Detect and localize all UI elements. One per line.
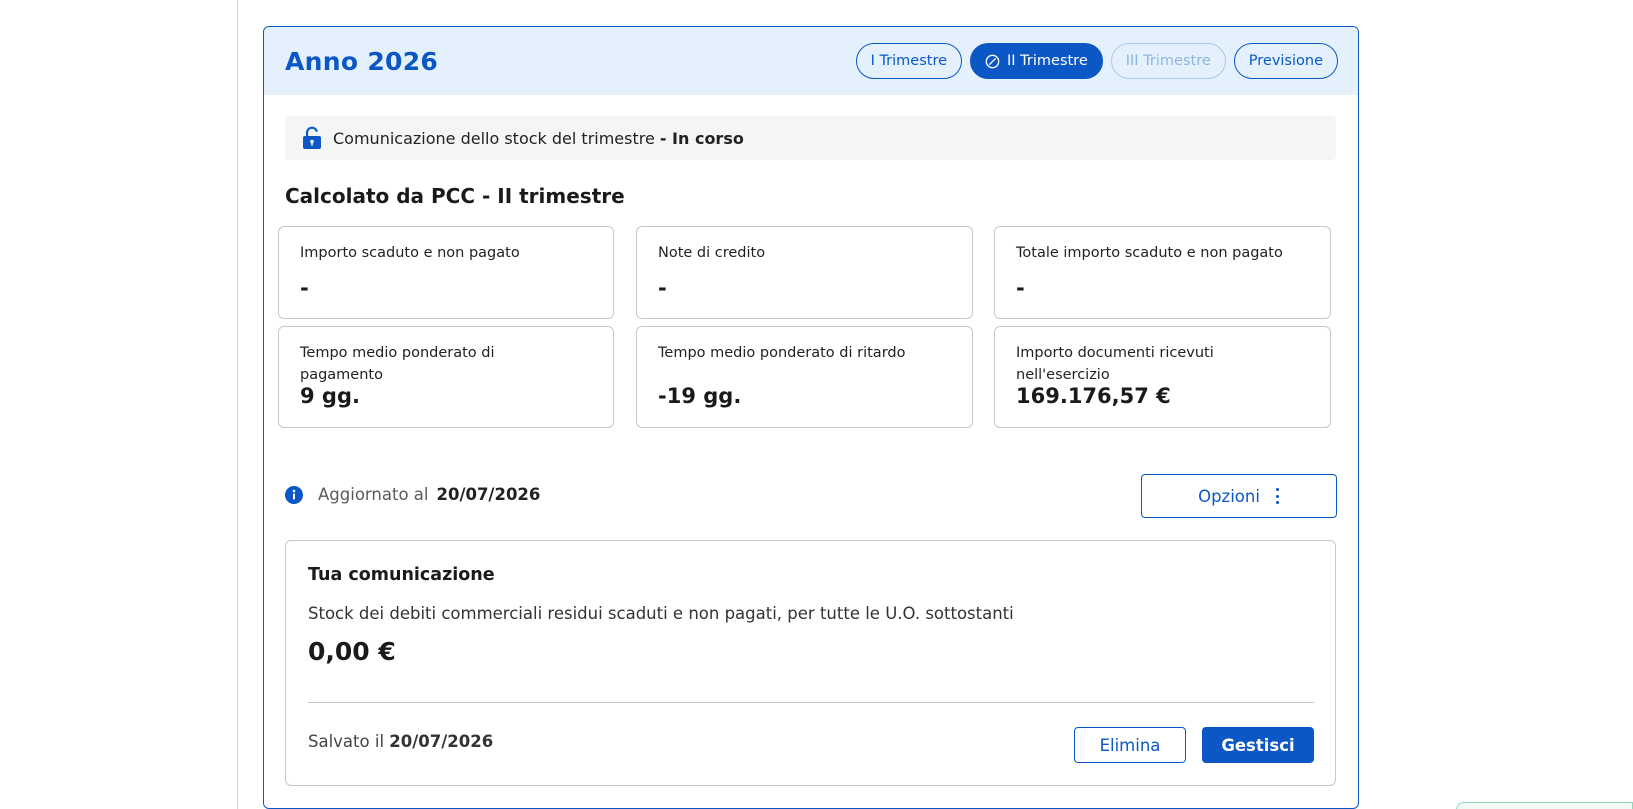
card-value: -: [300, 276, 309, 300]
updated-row: Aggiornato al 20/07/2026: [285, 485, 540, 504]
info-icon: [285, 485, 303, 504]
card-tempo-pagamento: Tempo medio ponderato di pagamento 9 gg.: [278, 326, 614, 428]
card-value: -: [658, 276, 667, 300]
status-value: - In corso: [659, 128, 744, 148]
updated-date: 20/07/2026: [436, 485, 541, 504]
card-importo-scaduto: Importo scaduto e non pagato -: [278, 226, 614, 319]
section-title: Calcolato da PCC - II trimestre: [285, 184, 625, 208]
check-circle-icon: [985, 54, 1000, 69]
updated-label: Aggiornato al: [318, 485, 429, 504]
tab-label: I Trimestre: [870, 53, 948, 69]
status-bar: Comunicazione dello stock del trimestre …: [285, 116, 1336, 160]
year-panel: Anno 2026 I Trimestre II Trimestre III T…: [263, 26, 1359, 809]
card-importo-documenti: Importo documenti ricevuti nell'esercizi…: [994, 326, 1331, 428]
communication-amount: 0,00 €: [308, 637, 396, 666]
panel-header: Anno 2026 I Trimestre II Trimestre III T…: [264, 27, 1358, 95]
delete-button[interactable]: Elimina: [1074, 727, 1186, 763]
tab-label: III Trimestre: [1125, 53, 1211, 69]
card-label: Importo documenti ricevuti nell'esercizi…: [1016, 345, 1214, 383]
saved-date: 20/07/2026: [389, 732, 494, 751]
card-tempo-ritardo: Tempo medio ponderato di ritardo -19 gg.: [636, 326, 973, 428]
card-note-credito: Note di credito -: [636, 226, 973, 319]
card-value: 9 gg.: [300, 384, 360, 408]
card-label: Importo scaduto e non pagato: [300, 245, 520, 261]
page-left-rule: [237, 0, 238, 809]
communication-description: Stock dei debiti commerciali residui sca…: [308, 604, 1014, 623]
quarter-tabs: I Trimestre II Trimestre III Trimestre P…: [855, 43, 1338, 79]
card-value: -: [1016, 276, 1025, 300]
tab-iii-trimestre: III Trimestre: [1110, 43, 1226, 79]
card-label: Totale importo scaduto e non pagato: [1016, 245, 1283, 261]
card-totale-scaduto: Totale importo scaduto e non pagato -: [994, 226, 1331, 319]
tab-i-trimestre[interactable]: I Trimestre: [855, 43, 963, 79]
tab-previsione[interactable]: Previsione: [1233, 43, 1338, 79]
floating-widget-edge[interactable]: [1456, 802, 1633, 809]
card-value: 169.176,57 €: [1016, 384, 1171, 408]
status-text: Comunicazione dello stock del trimestre: [333, 128, 655, 148]
card-value: -19 gg.: [658, 384, 742, 408]
tab-label: Previsione: [1248, 53, 1323, 69]
communication-box: Tua comunicazione Stock dei debiti comme…: [285, 540, 1336, 786]
card-label: Note di credito: [658, 245, 766, 261]
saved-row: Salvato il 20/07/2026: [308, 732, 493, 751]
year-title: Anno 2026: [285, 46, 439, 76]
saved-label: Salvato il: [308, 732, 385, 751]
tab-label: II Trimestre: [1007, 53, 1088, 69]
divider: [308, 702, 1314, 703]
tab-ii-trimestre[interactable]: II Trimestre: [970, 43, 1103, 79]
lock-open-icon: [302, 126, 322, 150]
communication-title: Tua comunicazione: [308, 565, 495, 585]
options-button[interactable]: Opzioni: [1141, 474, 1337, 518]
card-label: Tempo medio ponderato di pagamento: [300, 345, 495, 383]
kebab-icon: [1276, 488, 1280, 504]
manage-button[interactable]: Gestisci: [1202, 727, 1314, 763]
options-label: Opzioni: [1198, 486, 1260, 506]
card-label: Tempo medio ponderato di ritardo: [658, 345, 906, 361]
